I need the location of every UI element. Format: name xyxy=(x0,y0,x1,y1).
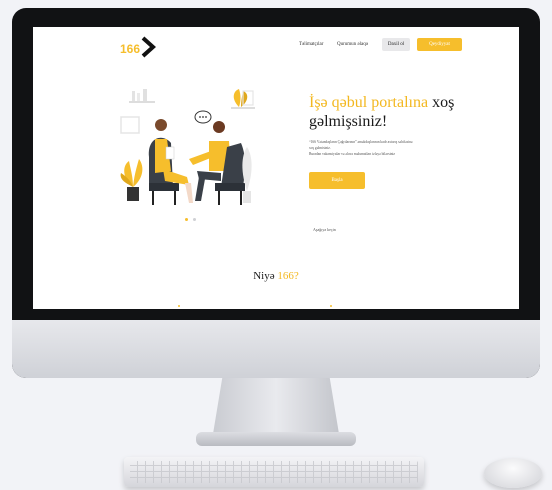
hero-description: “166 Vətəndaşların Çağrılarının” əməkdaş… xyxy=(309,139,474,157)
monitor-stand xyxy=(212,378,340,440)
decor-dot xyxy=(178,305,180,307)
hero-desc-line2: xoş gəlmisiniz. xyxy=(309,146,331,150)
why-title-highlight: 166? xyxy=(277,270,299,282)
website-screen: 166 Təlimatçılar Qurumun əlaqə Daxil ol … xyxy=(33,27,519,309)
decor-dot xyxy=(330,305,332,307)
decorative-dots xyxy=(178,305,332,307)
hero-title-line2: gəlmişsiniz! xyxy=(309,113,388,130)
login-button[interactable]: Daxil ol xyxy=(382,38,410,51)
logo-text: 166 xyxy=(120,42,140,56)
scroll-down-link[interactable]: Aşağıya keçin xyxy=(313,227,336,232)
why-section-title: Niyə 166? xyxy=(33,270,519,282)
hero-title-word: xoş xyxy=(428,94,455,111)
nav-link-contact[interactable]: Qurumun əlaqə xyxy=(337,42,368,47)
hero-title-highlight: İşə qəbul portalına xyxy=(309,94,429,111)
keyboard xyxy=(124,457,424,487)
hero-title: İşə qəbul portalına xoş gəlmişsiniz! xyxy=(309,93,489,131)
register-button[interactable]: Qeydiyyat xyxy=(417,38,462,51)
monitor-stand-base xyxy=(196,432,356,446)
why-title-word: Niyə xyxy=(253,270,278,282)
top-navigation: 166 Təlimatçılar Qurumun əlaqə Daxil ol … xyxy=(33,27,519,67)
site-logo[interactable]: 166 xyxy=(117,35,157,59)
monitor-chin xyxy=(12,320,540,378)
interview-illustration-icon xyxy=(120,89,255,205)
start-button[interactable]: Başla xyxy=(309,172,365,189)
carousel-dot[interactable] xyxy=(193,218,196,221)
nav-link-instructors[interactable]: Təlimatçılar xyxy=(299,42,323,47)
carousel-dots xyxy=(185,218,196,221)
mouse xyxy=(484,458,542,488)
keyboard-keys xyxy=(130,461,418,483)
carousel-dot-active[interactable] xyxy=(185,218,188,221)
hero-desc-line3: Buradan vakansiyalar və əlavə məlumatlar… xyxy=(309,152,396,156)
logo-icon: 166 xyxy=(120,36,156,58)
hero-desc-line1: “166 Vətəndaşların Çağrılarının” əməkdaş… xyxy=(309,140,413,144)
